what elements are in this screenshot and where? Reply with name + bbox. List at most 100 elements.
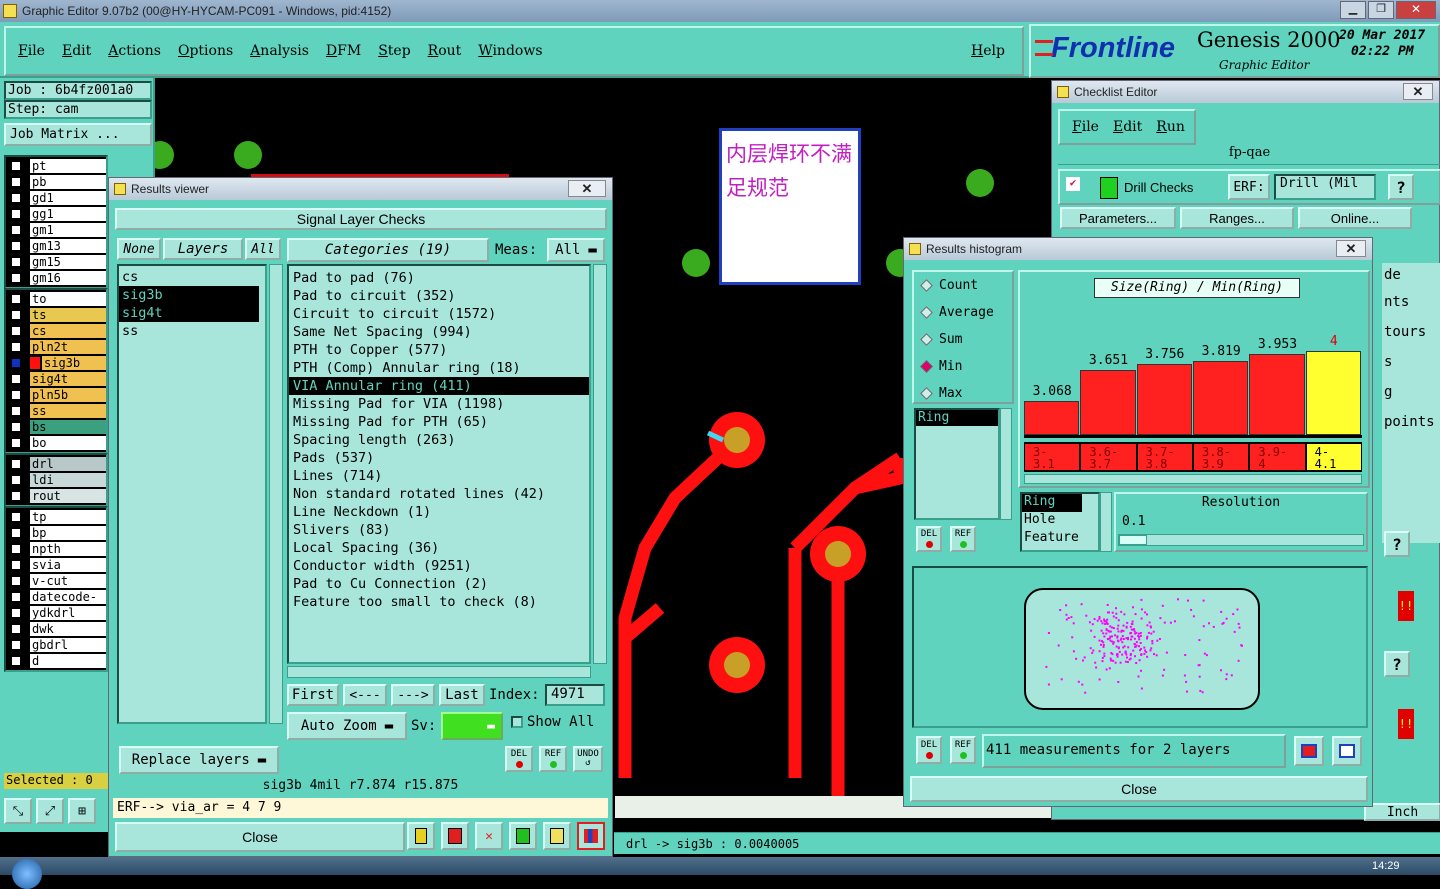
layer-checkbox[interactable]: [10, 309, 22, 321]
layer-row-pln5b[interactable]: pln5b: [6, 387, 106, 403]
menu-dfm[interactable]: DFM: [326, 43, 361, 59]
rv-next-button[interactable]: --->: [391, 684, 435, 706]
slider-thumb[interactable]: [1119, 535, 1147, 545]
ce-online-button[interactable]: Online...: [1298, 207, 1412, 229]
menu-edit[interactable]: Edit: [62, 43, 91, 59]
layer-name[interactable]: v-cut: [30, 574, 106, 588]
histogram-bar[interactable]: [1080, 370, 1136, 435]
ce-menu-edit[interactable]: Edit: [1113, 119, 1142, 135]
rh-ref-button-2[interactable]: REF: [950, 736, 976, 764]
rh-del-button-2[interactable]: DEL: [916, 736, 942, 764]
rv-ref-button[interactable]: REF: [539, 746, 567, 772]
layer-name[interactable]: gm15: [30, 255, 106, 269]
layer-name[interactable]: tp: [30, 510, 106, 524]
layer-row-d[interactable]: d: [6, 653, 106, 669]
rh-option-sum[interactable]: Sum: [914, 326, 1012, 353]
layer-name[interactable]: ss: [30, 404, 106, 418]
rv-first-button[interactable]: First: [287, 684, 339, 706]
layer-name[interactable]: gd1: [30, 191, 106, 205]
layer-name[interactable]: svia: [30, 558, 106, 572]
rv-category-item[interactable]: Circuit to circuit (1572): [289, 305, 589, 323]
rv-category-item[interactable]: Slivers (83): [289, 521, 589, 539]
ce-row-check-icon[interactable]: ✔: [1066, 177, 1080, 191]
layer-name[interactable]: rout: [30, 489, 106, 503]
rv-all-button[interactable]: All: [245, 238, 281, 260]
exit-icon[interactable]: [441, 822, 469, 850]
rv-del-button[interactable]: DEL: [505, 746, 533, 772]
maximize-button[interactable]: ❐: [1368, 1, 1394, 19]
rv-layer-item[interactable]: cs: [119, 268, 259, 286]
layer-row-drl[interactable]: drl: [6, 456, 106, 472]
layer-row-tp[interactable]: tp: [6, 509, 106, 525]
menu-analysis[interactable]: Analysis: [250, 43, 309, 59]
grid-icon[interactable]: ⊞: [68, 798, 96, 824]
layer-checkbox[interactable]: [10, 543, 22, 555]
layer-name[interactable]: ldi: [30, 473, 106, 487]
layer-name[interactable]: pln2t: [30, 340, 106, 354]
layer-row-cs[interactable]: cs: [6, 323, 106, 339]
rh-chart-hscroll[interactable]: [1024, 474, 1362, 484]
rv-category-item[interactable]: Spacing length (263): [289, 431, 589, 449]
layer-name[interactable]: cs: [30, 324, 106, 338]
histogram-bar[interactable]: [1193, 361, 1249, 435]
layer-checkbox[interactable]: [10, 639, 22, 651]
ce-menu-run[interactable]: Run: [1156, 119, 1185, 135]
layer-name[interactable]: drl: [30, 457, 106, 471]
layer-name[interactable]: ydkdrl: [30, 606, 106, 620]
layer-row-svia[interactable]: svia: [6, 557, 106, 573]
layer-row-bp[interactable]: bp: [6, 525, 106, 541]
layer-checkbox[interactable]: [10, 591, 22, 603]
menu-help[interactable]: Help: [971, 43, 1005, 59]
rv-category-item[interactable]: Non standard rotated lines (42): [289, 485, 589, 503]
rh-by-item-feature[interactable]: Feature: [1022, 530, 1098, 548]
layer-name[interactable]: dwk: [30, 622, 106, 636]
layer-checkbox[interactable]: [10, 192, 22, 204]
layer-row-bo[interactable]: bo: [6, 435, 106, 451]
ce-menu-file[interactable]: File: [1072, 119, 1099, 135]
menu-rout[interactable]: Rout: [428, 43, 462, 59]
histogram-bar[interactable]: [1136, 364, 1192, 435]
rv-category-item[interactable]: Missing Pad for PTH (65): [289, 413, 589, 431]
rh-option-count[interactable]: Count: [914, 272, 1012, 299]
rv-category-item[interactable]: PTH to Copper (577): [289, 341, 589, 359]
layer-checkbox[interactable]: [10, 373, 22, 385]
layer-name[interactable]: ts: [30, 308, 106, 322]
rv-category-item[interactable]: Local Spacing (36): [289, 539, 589, 557]
layer-checkbox[interactable]: [10, 421, 22, 433]
menu-windows[interactable]: Windows: [478, 43, 542, 59]
layer-checkbox[interactable]: [10, 208, 22, 220]
rv-undo-button[interactable]: UNDO ↺: [573, 746, 603, 772]
rv-meas-select[interactable]: All ▬: [547, 238, 605, 262]
layer-checkbox[interactable]: [10, 575, 22, 587]
rh-attr-scrollbar[interactable]: [1000, 408, 1012, 520]
layer-row-gd1[interactable]: gd1: [6, 190, 106, 206]
layer-name[interactable]: bo: [30, 436, 106, 450]
layer-checkbox[interactable]: [10, 160, 22, 172]
rv-layer-item[interactable]: sig3b: [119, 286, 259, 304]
layer-row-gbdrl[interactable]: gbdrl: [6, 637, 106, 653]
rh-option-max[interactable]: Max: [914, 380, 1012, 407]
layer-name[interactable]: pln5b: [30, 388, 106, 402]
layer-row-gm15[interactable]: gm15: [6, 254, 106, 270]
histogram-icon[interactable]: [577, 822, 605, 850]
layer-row-ydkdrl[interactable]: ydkdrl: [6, 605, 106, 621]
rh-del-button[interactable]: DEL: [916, 526, 942, 552]
rv-category-item[interactable]: Pads (537): [289, 449, 589, 467]
rh-by-list[interactable]: Ring Hole Feature: [1020, 492, 1100, 552]
zoom-fit-icon[interactable]: ⤡: [4, 798, 32, 824]
layer-row-ss[interactable]: ss: [6, 403, 106, 419]
list-icon[interactable]: [509, 822, 537, 850]
rh-option-min[interactable]: Min: [914, 353, 1012, 380]
rh-attr-item[interactable]: Ring: [916, 410, 998, 426]
report-icon[interactable]: [543, 822, 571, 850]
layer-checkbox[interactable]: [10, 240, 22, 252]
rh-ref-button[interactable]: REF: [950, 526, 976, 552]
rv-layer-item[interactable]: ss: [119, 322, 259, 340]
menu-step[interactable]: Step: [378, 43, 410, 59]
layer-checkbox[interactable]: [10, 325, 22, 337]
layer-row-gm1[interactable]: gm1: [6, 222, 106, 238]
rv-layer-scrollbar[interactable]: [269, 264, 283, 724]
layer-row-bs[interactable]: bs: [6, 419, 106, 435]
layer-row-sig3b[interactable]: sig3b: [6, 355, 106, 371]
layer-checkbox[interactable]: [10, 490, 22, 502]
